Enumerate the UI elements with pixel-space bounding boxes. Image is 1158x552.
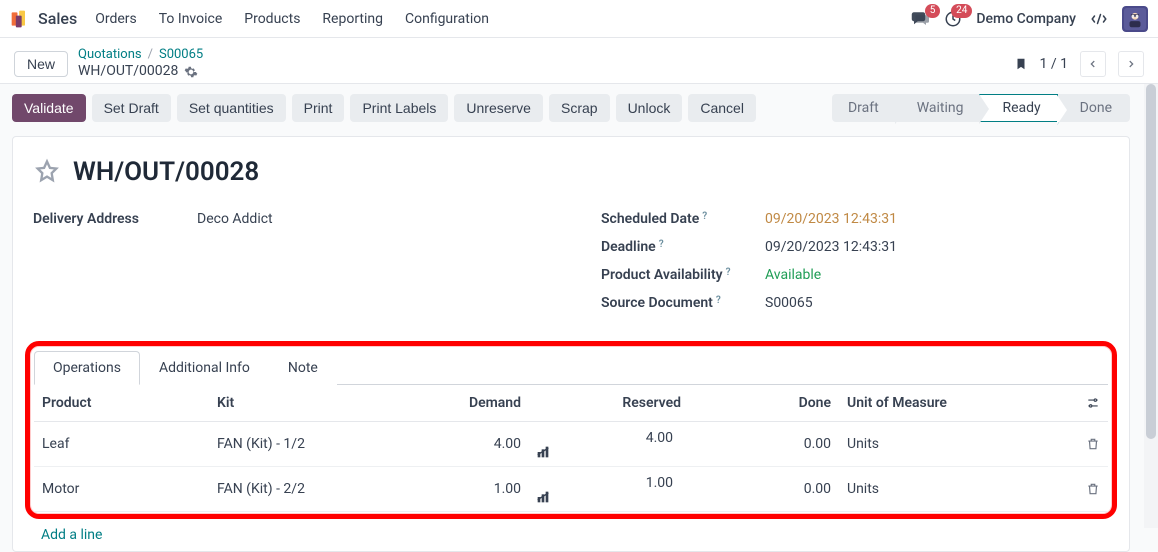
print-button[interactable]: Print bbox=[292, 94, 345, 122]
col-product[interactable]: Product bbox=[34, 385, 209, 422]
pager-next-button[interactable] bbox=[1118, 51, 1144, 77]
user-avatar[interactable] bbox=[1122, 6, 1148, 32]
delete-row-icon[interactable] bbox=[1086, 437, 1100, 451]
new-button[interactable]: New bbox=[14, 51, 68, 77]
tab-note[interactable]: Note bbox=[269, 351, 337, 385]
top-nav: Sales Orders To Invoice Products Reporti… bbox=[0, 0, 1158, 38]
pager-count[interactable]: 1 / 1 bbox=[1040, 56, 1068, 72]
forecast-icon[interactable] bbox=[537, 491, 681, 503]
deadline-label: Deadline? bbox=[601, 239, 751, 255]
tab-additional-info[interactable]: Additional Info bbox=[140, 351, 269, 385]
nav-products[interactable]: Products bbox=[244, 11, 300, 27]
cell-done[interactable]: 0.00 bbox=[689, 422, 839, 467]
columns-options-icon[interactable] bbox=[1086, 396, 1100, 410]
cell-kit: FAN (Kit) - 1/2 bbox=[209, 422, 409, 467]
cell-demand[interactable]: 4.00 bbox=[409, 422, 529, 467]
col-done[interactable]: Done bbox=[689, 385, 839, 422]
pager-prev-button[interactable] bbox=[1080, 51, 1106, 77]
form-sheet: WH/OUT/00028 Delivery Address Deco Addic… bbox=[12, 136, 1130, 552]
vertical-scrollbar[interactable] bbox=[1144, 84, 1158, 528]
unlock-button[interactable]: Unlock bbox=[616, 94, 683, 122]
col-kit[interactable]: Kit bbox=[209, 385, 409, 422]
unreserve-button[interactable]: Unreserve bbox=[454, 94, 543, 122]
deadline-value: 09/20/2023 12:43:31 bbox=[765, 239, 897, 255]
company-name[interactable]: Demo Company bbox=[976, 11, 1076, 27]
cell-reserved[interactable]: 4.00 bbox=[529, 422, 689, 467]
help-icon[interactable]: ? bbox=[716, 295, 721, 306]
status-draft[interactable]: Draft bbox=[832, 94, 895, 122]
cell-demand[interactable]: 1.00 bbox=[409, 467, 529, 512]
help-icon[interactable]: ? bbox=[659, 239, 664, 250]
status-ready[interactable]: Ready bbox=[979, 94, 1057, 122]
availability-label: Product Availability? bbox=[601, 267, 751, 283]
cancel-button[interactable]: Cancel bbox=[688, 94, 756, 122]
nav-configuration[interactable]: Configuration bbox=[405, 11, 489, 27]
messaging-badge: 5 bbox=[925, 4, 941, 18]
cell-reserved[interactable]: 1.00 bbox=[529, 467, 689, 512]
source-document-value[interactable]: S00065 bbox=[765, 295, 813, 311]
status-done[interactable]: Done bbox=[1058, 94, 1130, 122]
cell-kit: FAN (Kit) - 2/2 bbox=[209, 467, 409, 512]
set-quantities-button[interactable]: Set quantities bbox=[177, 94, 286, 122]
operations-table: Product Kit Demand Reserved Done Unit of… bbox=[34, 385, 1108, 512]
cell-product[interactable]: Leaf bbox=[34, 422, 209, 467]
action-toolbar: Validate Set Draft Set quantities Print … bbox=[12, 94, 1130, 122]
help-icon[interactable]: ? bbox=[702, 211, 707, 222]
table-header-row: Product Kit Demand Reserved Done Unit of… bbox=[34, 385, 1108, 422]
table-row[interactable]: Motor FAN (Kit) - 2/2 1.00 1.00 0.00 Uni… bbox=[34, 467, 1108, 512]
delivery-address-value[interactable]: Deco Addict bbox=[197, 211, 273, 227]
nav-to-invoice[interactable]: To Invoice bbox=[159, 11, 223, 27]
help-icon[interactable]: ? bbox=[726, 267, 731, 278]
record-title: WH/OUT/00028 bbox=[73, 157, 259, 187]
print-labels-button[interactable]: Print Labels bbox=[350, 94, 448, 122]
col-reserved[interactable]: Reserved bbox=[529, 385, 689, 422]
favorite-star-icon[interactable] bbox=[33, 158, 61, 186]
nav-reporting[interactable]: Reporting bbox=[322, 11, 383, 27]
col-uom[interactable]: Unit of Measure bbox=[839, 385, 1078, 422]
content-scroll: Validate Set Draft Set quantities Print … bbox=[0, 84, 1158, 528]
scheduled-date-label: Scheduled Date? bbox=[601, 211, 751, 227]
validate-button[interactable]: Validate bbox=[12, 94, 86, 122]
forecast-icon[interactable] bbox=[537, 446, 681, 458]
messaging-icon[interactable]: 5 bbox=[910, 10, 930, 28]
breadcrumb-record: WH/OUT/00028 bbox=[78, 63, 178, 81]
delivery-address-label: Delivery Address bbox=[33, 211, 183, 227]
bookmark-icon[interactable] bbox=[1014, 56, 1028, 72]
scheduled-date-value[interactable]: 09/20/2023 12:43:31 bbox=[765, 211, 897, 227]
status-waiting[interactable]: Waiting bbox=[895, 94, 980, 122]
tab-operations[interactable]: Operations bbox=[34, 351, 140, 385]
source-document-label: Source Document? bbox=[601, 295, 751, 311]
cell-uom[interactable]: Units bbox=[839, 422, 1078, 467]
availability-value: Available bbox=[765, 267, 821, 283]
operations-highlight: Operations Additional Info Note Product … bbox=[25, 341, 1117, 519]
nav-orders[interactable]: Orders bbox=[95, 11, 137, 27]
add-line-link[interactable]: Add a line bbox=[33, 519, 1109, 551]
breadcrumb-quotations[interactable]: Quotations bbox=[78, 47, 142, 63]
activity-badge: 24 bbox=[951, 4, 972, 18]
app-title[interactable]: Sales bbox=[38, 9, 77, 28]
app-logo-icon[interactable] bbox=[10, 9, 30, 29]
breadcrumb: Quotations / S00065 bbox=[78, 47, 203, 63]
breadcrumb-order[interactable]: S00065 bbox=[159, 47, 203, 63]
col-demand[interactable]: Demand bbox=[409, 385, 529, 422]
tab-bar: Operations Additional Info Note bbox=[34, 350, 1108, 385]
breadcrumb-bar: New Quotations / S00065 WH/OUT/00028 1 /… bbox=[0, 38, 1158, 84]
gear-icon[interactable] bbox=[184, 65, 198, 79]
delete-row-icon[interactable] bbox=[1086, 482, 1100, 496]
cell-product[interactable]: Motor bbox=[34, 467, 209, 512]
table-row[interactable]: Leaf FAN (Kit) - 1/2 4.00 4.00 0.00 Unit… bbox=[34, 422, 1108, 467]
status-bar: Draft Waiting Ready Done bbox=[832, 94, 1130, 122]
activity-icon[interactable]: 24 bbox=[944, 10, 962, 28]
set-draft-button[interactable]: Set Draft bbox=[92, 94, 171, 122]
cell-done[interactable]: 0.00 bbox=[689, 467, 839, 512]
debug-icon[interactable] bbox=[1090, 10, 1108, 28]
cell-uom[interactable]: Units bbox=[839, 467, 1078, 512]
scrap-button[interactable]: Scrap bbox=[549, 94, 610, 122]
breadcrumb-sep: / bbox=[148, 47, 153, 63]
